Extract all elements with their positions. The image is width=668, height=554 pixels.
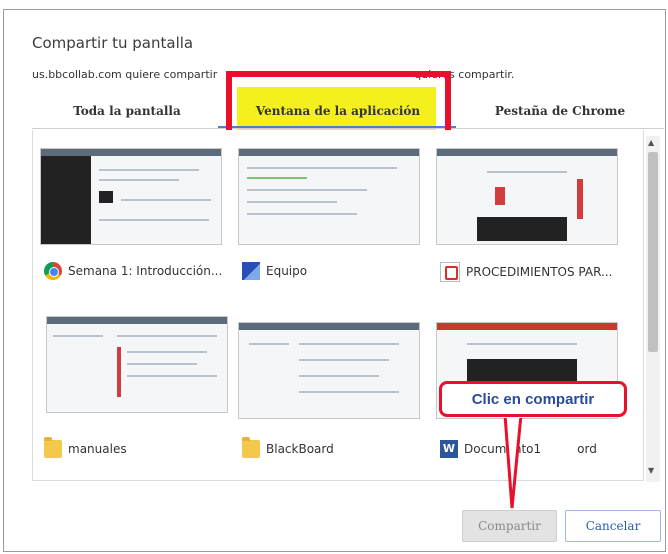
window-item-word[interactable]: W Documento1 ord bbox=[440, 440, 597, 458]
window-item-equipo[interactable]: Equipo bbox=[242, 262, 307, 280]
window-label: Equipo bbox=[266, 264, 308, 278]
window-label: Documento1 bbox=[464, 442, 542, 456]
scroll-down-icon[interactable]: ▼ bbox=[648, 466, 654, 475]
scrollbar-thumb[interactable] bbox=[648, 152, 658, 352]
window-thumbnail-equipo[interactable] bbox=[238, 148, 420, 245]
window-thumbnail-chrome[interactable] bbox=[40, 148, 222, 245]
window-item-manuales[interactable]: manuales bbox=[44, 437, 127, 458]
window-item-chrome[interactable]: Semana 1: Introducción... bbox=[44, 262, 222, 280]
window-label: Semana 1: Introducción... bbox=[68, 264, 223, 278]
chrome-icon bbox=[44, 262, 62, 280]
subtitle-start: us.bbcollab.com quiere compartir bbox=[32, 68, 218, 81]
folder-icon bbox=[242, 437, 260, 458]
tab-chrome-tab[interactable]: Pestaña de Chrome bbox=[480, 104, 640, 118]
folder-icon bbox=[44, 437, 62, 458]
window-thumbnail-pdf[interactable] bbox=[436, 148, 618, 245]
cancel-button[interactable]: Cancelar bbox=[565, 510, 661, 542]
window-item-pdf[interactable]: PROCEDIMIENTOS PAR... bbox=[440, 262, 612, 282]
network-icon bbox=[242, 262, 260, 280]
window-label: manuales bbox=[68, 442, 127, 456]
callout-annotation: Clic en compartir bbox=[439, 381, 627, 417]
window-label: PROCEDIMIENTOS PAR... bbox=[466, 265, 613, 279]
window-label: BlackBoard bbox=[266, 442, 334, 456]
window-item-blackboard[interactable]: BlackBoard bbox=[242, 437, 334, 458]
window-thumbnail-blackboard[interactable] bbox=[238, 322, 420, 419]
window-label-suffix: ord bbox=[577, 442, 597, 456]
scroll-up-icon[interactable]: ▲ bbox=[648, 138, 654, 147]
pdf-icon bbox=[440, 262, 460, 282]
window-thumbnail-manuales[interactable] bbox=[46, 316, 228, 413]
share-button[interactable]: Compartir bbox=[462, 510, 557, 542]
dialog-title: Compartir tu pantalla bbox=[32, 34, 194, 52]
tab-entire-screen[interactable]: Toda la pantalla bbox=[62, 104, 192, 118]
word-icon: W bbox=[440, 440, 458, 458]
